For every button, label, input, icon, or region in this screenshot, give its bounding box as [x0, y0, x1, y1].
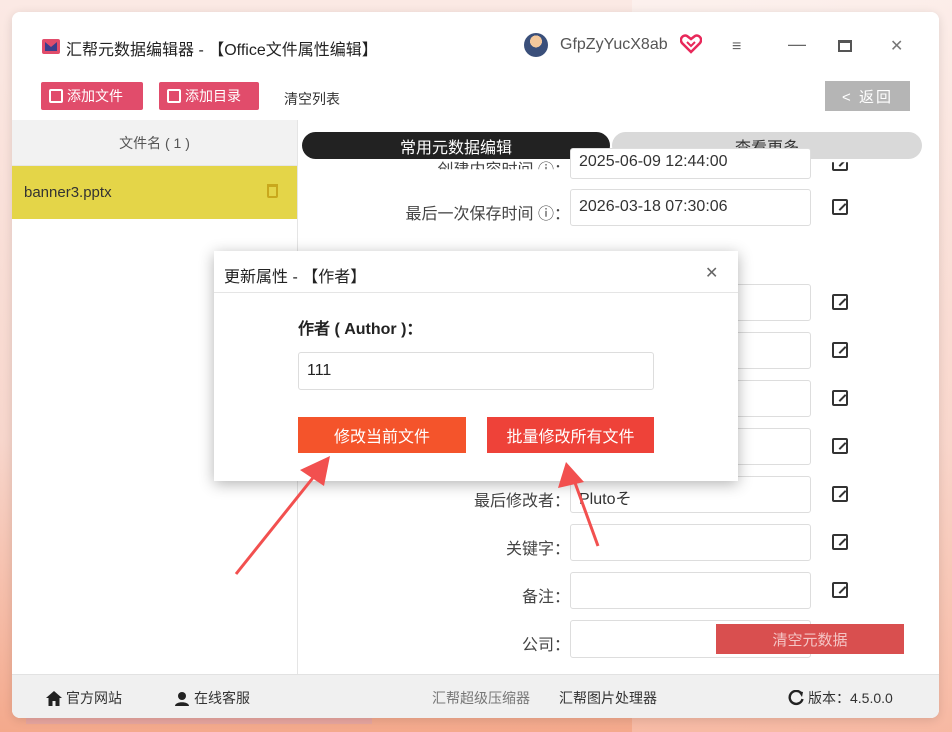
author-label: 作者 ( Author )：: [298, 321, 423, 338]
batch-modify-button[interactable]: 批量修改所有文件: [487, 417, 654, 453]
modify-current-file-button[interactable]: 修改当前文件: [298, 417, 466, 453]
dialog-title: 更新属性 - 【作者】: [224, 269, 367, 286]
update-property-dialog: 更新属性 - 【作者】 ✕ 作者 ( Author )： 111 修改当前文件 …: [214, 251, 738, 481]
dialog-close-icon[interactable]: ✕: [705, 263, 718, 283]
dialog-overlay: 更新属性 - 【作者】 ✕ 作者 ( Author )： 111 修改当前文件 …: [0, 0, 952, 732]
author-input[interactable]: 111: [298, 352, 654, 390]
divider: [214, 292, 738, 293]
